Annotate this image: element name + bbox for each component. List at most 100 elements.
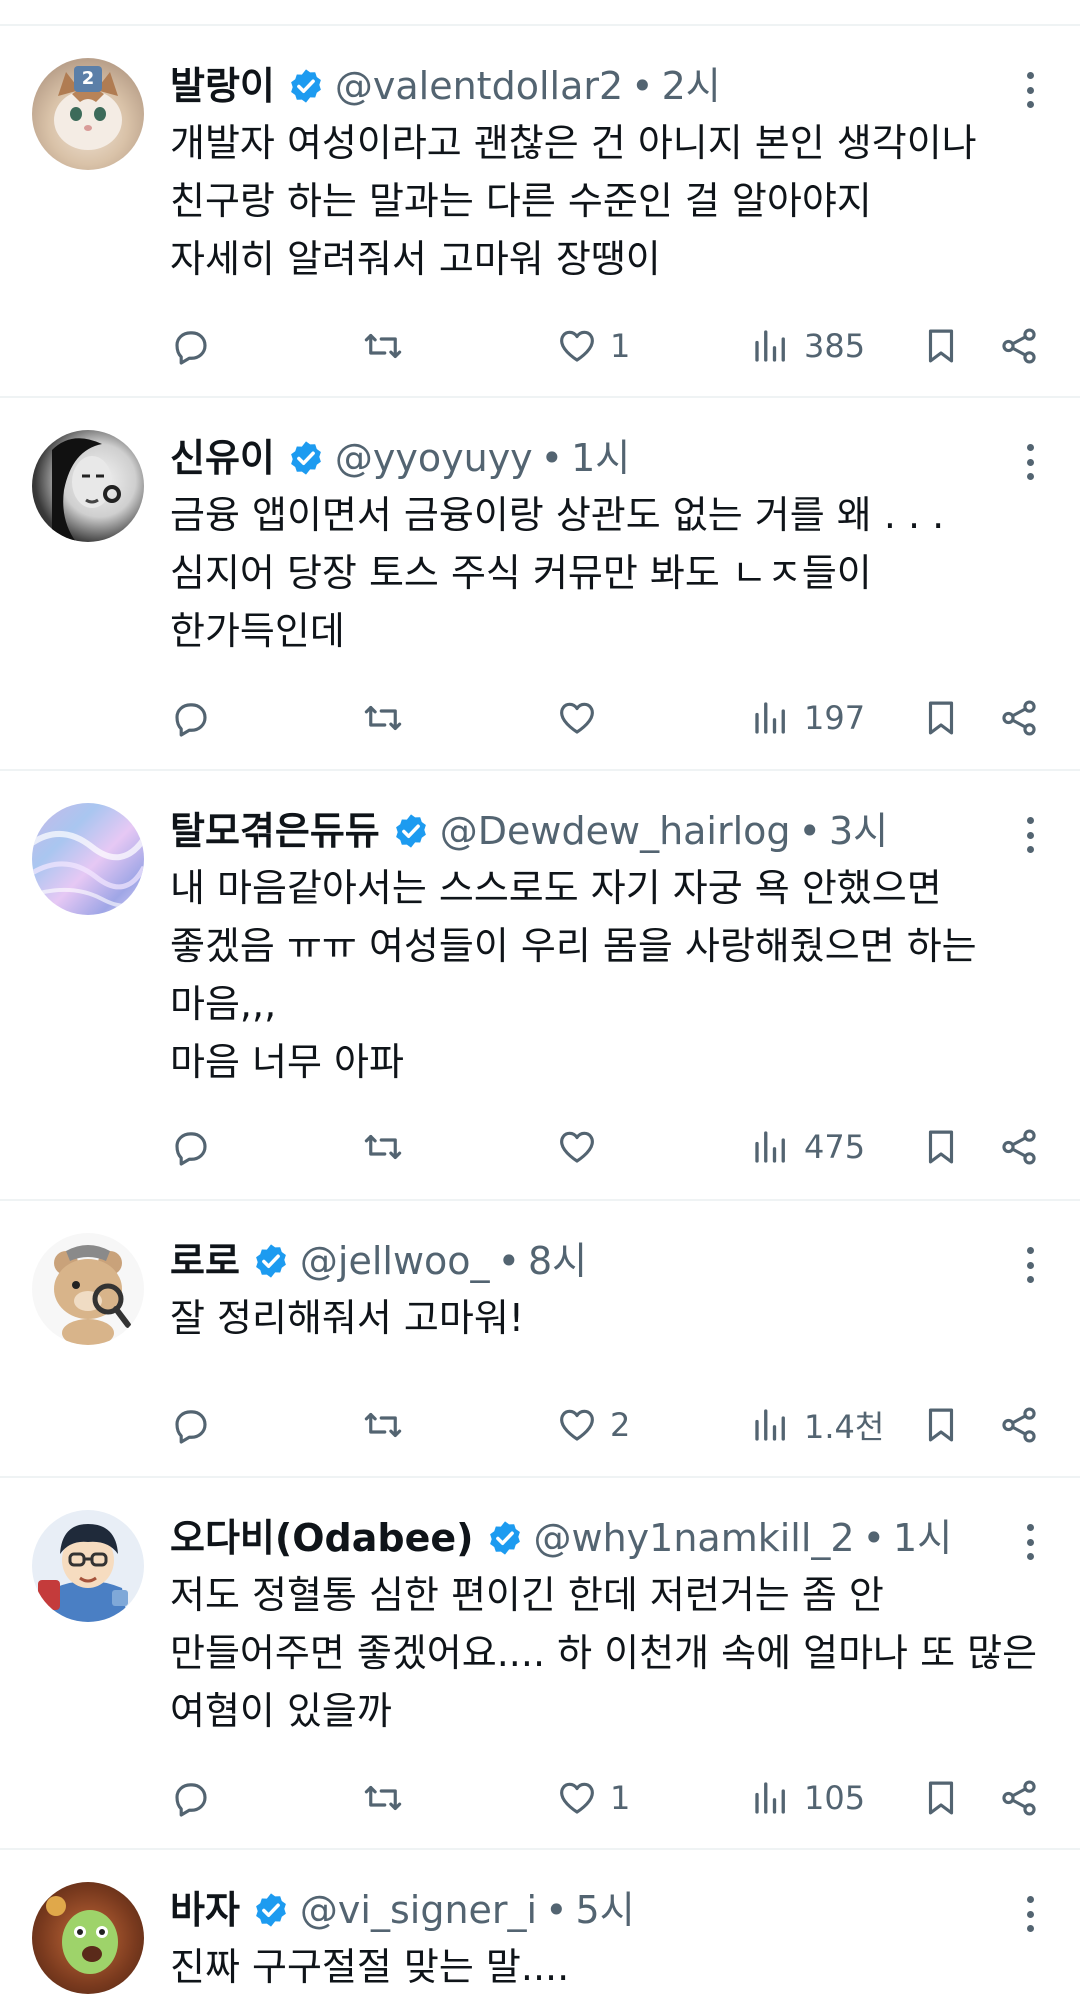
tweet-time[interactable]: 8시 <box>528 1235 587 1287</box>
views-icon <box>755 1409 785 1441</box>
display-name[interactable]: 바자 <box>170 1884 240 1936</box>
reply-button[interactable] <box>170 1768 212 1828</box>
tweet-text: 잘 정리해줘서 고마워! <box>170 1296 525 1340</box>
retweet-button[interactable] <box>362 1395 404 1455</box>
views-button[interactable]: 1.4천 <box>750 1395 884 1455</box>
more-icon[interactable] <box>1024 1896 1036 1932</box>
verified-badge-icon <box>489 1521 520 1555</box>
bookmark-button[interactable] <box>920 1117 962 1177</box>
user-handle[interactable]: @jellwoo_ <box>300 1235 490 1287</box>
reply-icon <box>175 1783 207 1817</box>
views-button[interactable]: 475 <box>750 1117 865 1177</box>
reply-icon <box>175 331 207 365</box>
tweet-header: 탈모겪은듀듀 @Dewdew_hairlog • 3시 <box>170 805 1000 857</box>
tweet-header: 오다비(Odabee) @why1namkill_2 • 1시 <box>170 1512 1000 1564</box>
display-name[interactable]: 신유이 <box>170 432 275 484</box>
share-button[interactable] <box>998 1768 1040 1828</box>
display-name[interactable]: 로로 <box>170 1235 240 1287</box>
like-button[interactable]: 1 <box>556 1768 630 1828</box>
retweet-icon <box>364 1134 402 1160</box>
reply-icon <box>175 1132 207 1166</box>
display-name[interactable]: 발랑이 <box>170 60 275 112</box>
share-icon <box>1002 1780 1036 1816</box>
user-handle[interactable]: @yyoyuyy <box>335 432 533 484</box>
verified-badge-icon <box>291 69 321 103</box>
views-button[interactable]: 105 <box>750 1768 865 1828</box>
verified-badge-icon <box>395 814 426 848</box>
reply-button[interactable] <box>170 1117 212 1177</box>
tweet[interactable]: 로로 @jellwoo_ • 8시 잘 정리해줘서 고마워! 2 1.4천 <box>0 1201 1080 1478</box>
like-button[interactable] <box>556 1117 610 1177</box>
bookmark-button[interactable] <box>920 1768 962 1828</box>
avatar[interactable]: 2 <box>32 58 144 170</box>
tweet-time[interactable]: 1시 <box>893 1512 952 1564</box>
more-icon[interactable] <box>1024 1524 1036 1560</box>
tweet-time[interactable]: 2시 <box>662 60 721 112</box>
tweet-header: 발랑이 @valentdollar2 • 2시 <box>170 60 1000 112</box>
tweet-actions: 2 1.4천 <box>170 1395 1080 1455</box>
tweet-text: 진짜 구구절절 맞는 말.... <box>170 1945 570 1989</box>
view-count: 105 <box>804 1779 866 1817</box>
more-icon[interactable] <box>1024 1247 1036 1283</box>
like-count: 1 <box>610 1779 631 1817</box>
views-button[interactable]: 385 <box>750 316 865 376</box>
display-name[interactable]: 오다비(Odabee) <box>170 1512 474 1564</box>
share-icon <box>1002 700 1036 736</box>
like-count: 2 <box>610 1406 631 1444</box>
separator-dot: • <box>540 436 564 480</box>
retweet-button[interactable] <box>362 688 404 748</box>
tweet[interactable]: 바자 @vi_signer_i • 5시 진짜 구구절절 맞는 말.... <box>0 1850 1080 2010</box>
views-button[interactable]: 197 <box>750 688 865 748</box>
reply-button[interactable] <box>170 1395 212 1455</box>
tweet[interactable]: 오다비(Odabee) @why1namkill_2 • 1시 저도 정혈통 심… <box>0 1478 1080 1850</box>
tweet[interactable]: 신유이 @yyoyuyy • 1시 금융 앱이면서 금융이랑 상관도 없는 거를… <box>0 398 1080 771</box>
bookmark-icon <box>928 701 954 735</box>
separator-dot: • <box>497 1239 520 1283</box>
more-icon[interactable] <box>1024 72 1036 108</box>
user-handle[interactable]: @why1namkill_2 <box>534 1512 855 1564</box>
verified-badge-icon <box>291 441 321 475</box>
tweet-time[interactable]: 1시 <box>571 432 630 484</box>
avatar[interactable] <box>32 1510 144 1622</box>
tweet[interactable]: 탈모겪은듀듀 @Dewdew_hairlog • 3시 내 마음같아서는 스스로… <box>0 771 1080 1201</box>
retweet-button[interactable] <box>362 1768 404 1828</box>
retweet-button[interactable] <box>362 316 404 376</box>
retweet-button[interactable] <box>362 1117 404 1177</box>
share-button[interactable] <box>998 1395 1040 1455</box>
avatar[interactable] <box>32 803 144 915</box>
tweet-text: 금융 앱이면서 금융이랑 상관도 없는 거를 왜 . . . 심지어 당장 토스… <box>170 493 945 653</box>
like-button[interactable]: 1 <box>556 316 630 376</box>
avatar[interactable] <box>32 1882 144 1994</box>
tweet[interactable]: 2 발랑이 @valentdollar2 • 2시 개발자 여성이라고 괜찮은 … <box>0 26 1080 398</box>
tweet-time[interactable]: 3시 <box>829 805 888 857</box>
tweet-time[interactable]: 5시 <box>576 1884 635 1936</box>
more-icon[interactable] <box>1024 444 1036 480</box>
user-handle[interactable]: @vi_signer_i <box>300 1884 537 1936</box>
share-button[interactable] <box>998 1117 1040 1177</box>
like-button[interactable]: 2 <box>556 1395 630 1455</box>
bookmark-button[interactable] <box>920 1395 962 1455</box>
like-button[interactable] <box>556 688 610 748</box>
share-icon <box>1002 1129 1036 1165</box>
share-button[interactable] <box>998 688 1040 748</box>
bookmark-icon <box>928 1130 954 1164</box>
tweet-text: 개발자 여성이라고 괜찮은 건 아니지 본인 생각이나 친구랑 하는 말과는 다… <box>170 121 977 281</box>
avatar[interactable] <box>32 1233 144 1345</box>
user-handle[interactable]: @valentdollar2 <box>335 60 623 112</box>
top-divider <box>0 0 1080 26</box>
avatar[interactable] <box>32 430 144 542</box>
display-name[interactable]: 탈모겪은듀듀 <box>170 805 380 857</box>
user-handle[interactable]: @Dewdew_hairlog <box>440 805 791 857</box>
share-button[interactable] <box>998 316 1040 376</box>
bookmark-button[interactable] <box>920 688 962 748</box>
reply-button[interactable] <box>170 316 212 376</box>
bookmark-icon <box>928 329 954 363</box>
retweet-icon <box>364 705 402 731</box>
separator-dot: • <box>798 809 821 853</box>
retweet-icon <box>364 1785 402 1811</box>
reply-icon <box>175 703 207 737</box>
more-icon[interactable] <box>1024 817 1036 853</box>
bookmark-icon <box>928 1781 954 1815</box>
bookmark-button[interactable] <box>920 316 962 376</box>
reply-button[interactable] <box>170 688 212 748</box>
